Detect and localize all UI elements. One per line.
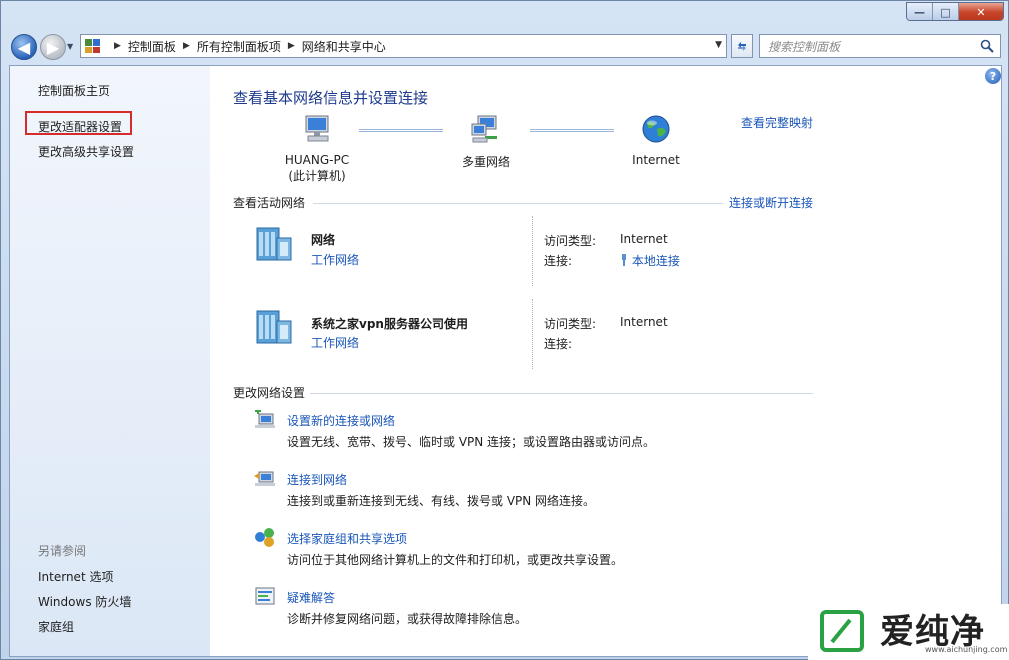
section-divider <box>313 203 723 204</box>
task-sidebar: 控制面板主页 更改适配器设置 更改高级共享设置 另请参阅 Internet 选项… <box>10 66 210 656</box>
address-dropdown-icon[interactable]: ▼ <box>715 40 722 50</box>
sidebar-item-home[interactable]: 控制面板主页 <box>38 82 110 99</box>
task-connect-network-link[interactable]: 连接到网络 <box>287 471 347 488</box>
task-homegroup-link[interactable]: 选择家庭组和共享选项 <box>287 530 407 547</box>
chevron-right-icon[interactable]: ▶ <box>288 41 295 51</box>
task-description: 设置无线、宽带、拨号、临时或 VPN 连接；或设置路由器或访问点。 <box>287 435 656 449</box>
connect-disconnect-link[interactable]: 连接或断开连接 <box>729 194 813 211</box>
access-type-label: 访问类型: <box>544 234 597 248</box>
globe-icon <box>642 115 670 143</box>
address-bar[interactable]: ▶ 控制面板 ▶ 所有控制面板项 ▶ 网络和共享中心 ▼ <box>80 34 727 58</box>
access-type-label: 访问类型: <box>544 317 597 331</box>
watermark: 爱纯净 www.aichunjing.com <box>808 604 1009 660</box>
map-node-this-pc[interactable]: HUANG-PC (此计算机) <box>277 114 357 184</box>
see-also-heading: 另请参阅 <box>38 544 87 558</box>
computer-icon <box>305 115 329 142</box>
close-button[interactable]: ✕ <box>959 3 1003 20</box>
refresh-icon <box>738 42 746 51</box>
watermark-logo-mark <box>830 618 852 644</box>
network-type-link[interactable]: 工作网络 <box>311 334 359 351</box>
breadcrumb-control-panel[interactable]: 控制面板 <box>128 38 176 55</box>
navigation-bar: ◀ ▶ ▼ ▶ 控制面板 ▶ 所有控制面板项 ▶ 网络和共享中心 ▼ 搜索控制面… <box>1 29 1009 65</box>
help-icon[interactable]: ? <box>985 68 1001 84</box>
chevron-right-icon[interactable]: ▶ <box>183 41 190 51</box>
change-settings-heading: 更改网络设置 <box>233 386 306 400</box>
page-title: 查看基本网络信息并设置连接 <box>233 89 429 107</box>
sidebar-item-adapter-settings[interactable]: 更改适配器设置 <box>38 118 122 135</box>
ethernet-icon <box>622 254 626 266</box>
watermark-logo <box>820 610 864 652</box>
search-icon[interactable] <box>980 39 994 53</box>
troubleshoot-icon <box>255 587 275 605</box>
active-networks-heading: 查看活动网络 <box>233 196 306 210</box>
new-connection-icon <box>255 410 275 428</box>
vertical-divider <box>532 216 533 286</box>
connect-network-icon <box>254 471 275 486</box>
connection-value[interactable]: 本地连接 <box>620 252 680 269</box>
vertical-divider <box>532 299 533 369</box>
local-connection-link[interactable]: 本地连接 <box>632 254 680 268</box>
task-setup-connection-link[interactable]: 设置新的连接或网络 <box>287 412 395 429</box>
maximize-button[interactable]: □ <box>933 3 959 20</box>
networks-icon <box>471 115 497 143</box>
content-area: 控制面板主页 更改适配器设置 更改高级共享设置 另请参阅 Internet 选项… <box>9 65 1002 657</box>
map-node-sub: (此计算机) <box>288 169 346 183</box>
map-connector-line <box>359 129 443 132</box>
task-description: 访问位于其他网络计算机上的文件和打印机，或更改共享设置。 <box>287 553 624 567</box>
control-panel-icon <box>85 39 101 53</box>
chevron-right-icon[interactable]: ▶ <box>114 41 121 51</box>
section-divider <box>310 393 813 394</box>
network-type-link[interactable]: 工作网络 <box>311 251 359 268</box>
map-node-internet[interactable]: Internet <box>616 114 696 167</box>
search-input[interactable]: 搜索控制面板 <box>759 34 1001 58</box>
map-connector-line <box>530 129 614 132</box>
task-troubleshoot-link[interactable]: 疑难解答 <box>287 589 335 606</box>
task-description: 连接到或重新连接到无线、有线、拨号或 VPN 网络连接。 <box>287 494 596 508</box>
sidebar-item-internet-options[interactable]: Internet 选项 <box>38 568 113 585</box>
map-node-multiple-networks[interactable]: 多重网络 <box>446 114 526 170</box>
task-description: 诊断并修复网络问题，或获得故障排除信息。 <box>287 612 528 626</box>
forward-button[interactable]: ▶ <box>40 34 66 60</box>
access-type-value: Internet <box>620 232 668 246</box>
explorer-window: — □ ✕ ◀ ▶ ▼ ▶ 控制面板 ▶ 所有控制面板项 ▶ 网络和共享中心 ▼… <box>0 0 1009 660</box>
network-building-icon <box>256 310 292 344</box>
full-map-link[interactable]: 查看完整映射 <box>741 114 813 131</box>
back-button[interactable]: ◀ <box>11 34 37 60</box>
sidebar-item-advanced-sharing[interactable]: 更改高级共享设置 <box>38 143 134 160</box>
map-node-name: Internet <box>632 153 680 167</box>
watermark-url: www.aichunjing.com <box>925 645 1008 654</box>
map-node-name: HUANG-PC <box>284 153 350 167</box>
sidebar-item-firewall[interactable]: Windows 防火墙 <box>38 593 131 610</box>
refresh-button[interactable] <box>731 34 753 58</box>
breadcrumb-all-items[interactable]: 所有控制面板项 <box>197 38 281 55</box>
network-building-icon <box>256 227 292 261</box>
access-type-value: Internet <box>620 315 668 329</box>
network-name: 系统之家vpn服务器公司使用 <box>311 317 468 331</box>
map-node-name: 多重网络 <box>461 155 510 169</box>
window-controls: — □ ✕ <box>906 2 1004 21</box>
connection-label: 连接: <box>544 337 573 351</box>
recent-pages-dropdown-icon[interactable]: ▼ <box>67 42 73 51</box>
minimize-button[interactable]: — <box>907 3 933 20</box>
title-bar: — □ ✕ <box>1 1 1009 29</box>
breadcrumb-network-center[interactable]: 网络和共享中心 <box>302 38 386 55</box>
homegroup-icon <box>255 528 274 547</box>
connection-label: 连接: <box>544 254 573 268</box>
search-placeholder: 搜索控制面板 <box>768 39 841 54</box>
sidebar-item-homegroup[interactable]: 家庭组 <box>38 618 74 635</box>
network-name: 网络 <box>311 233 336 247</box>
main-panel: ? 查看基本网络信息并设置连接 查看完整映射 HUANG-PC (此计算机) 多… <box>210 66 1001 656</box>
